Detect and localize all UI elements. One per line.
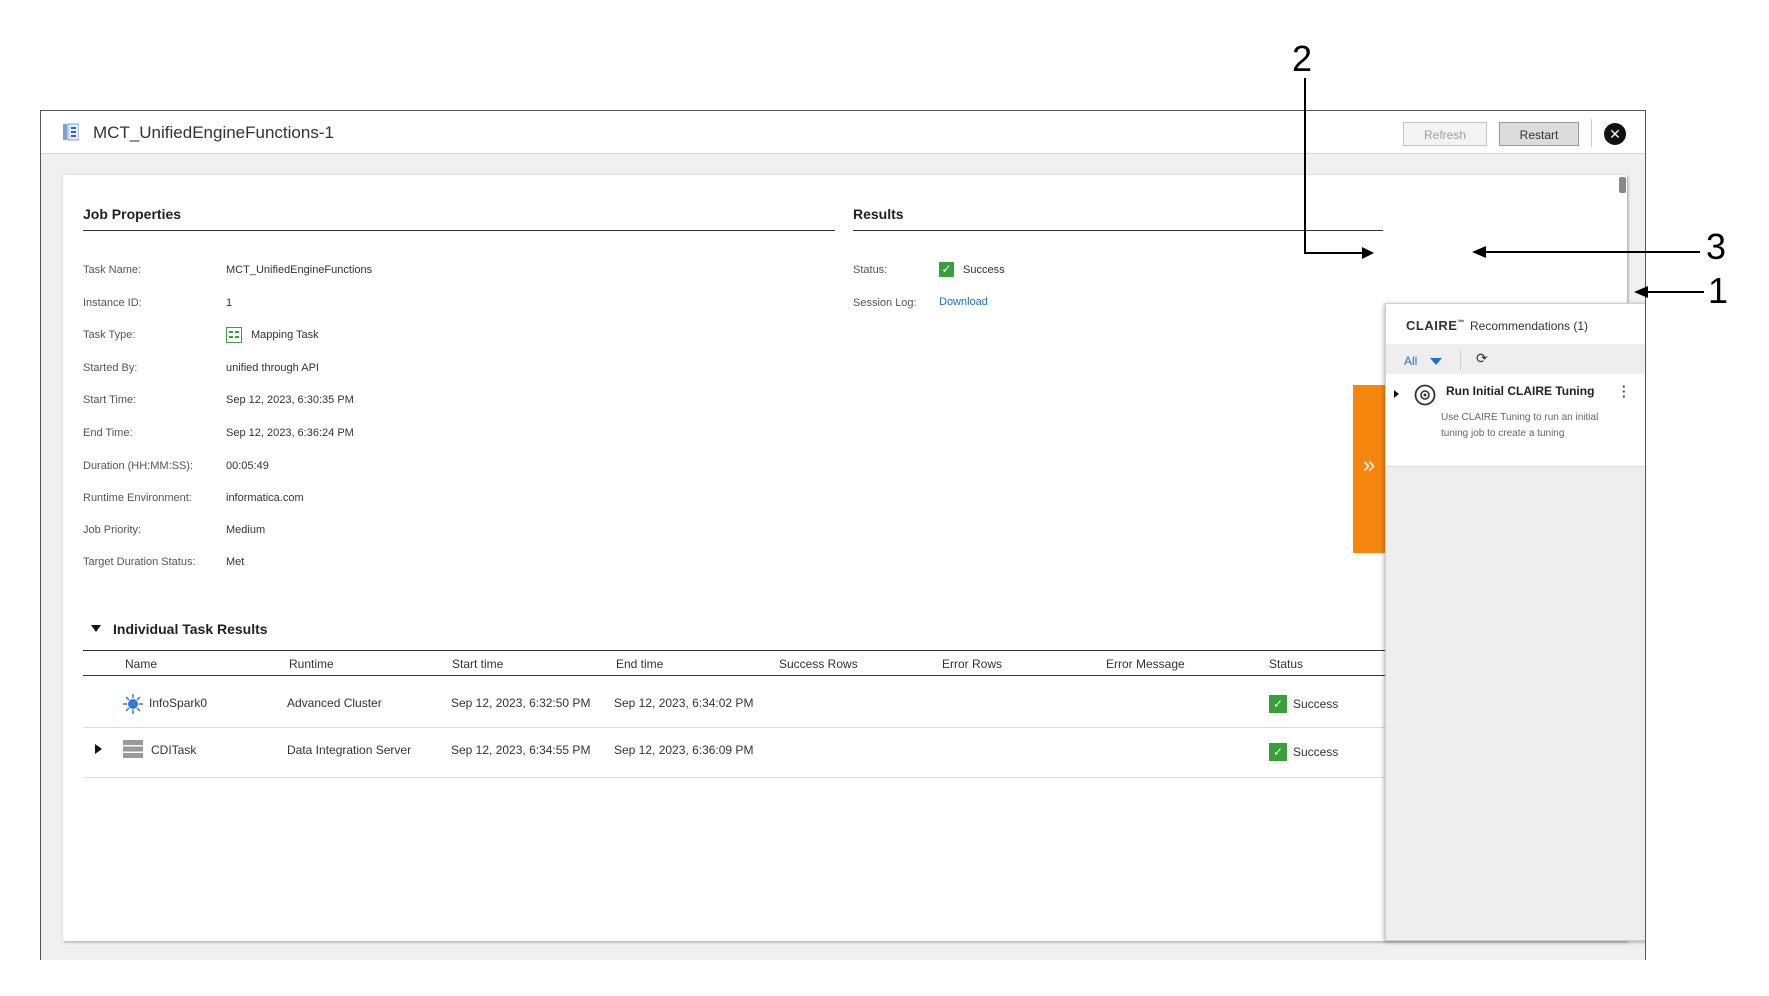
task-end-time: Sep 12, 2023, 6:34:02 PM bbox=[614, 696, 754, 710]
prop-label-runtime-env: Runtime Environment: bbox=[83, 492, 192, 504]
claire-expand-tab[interactable]: » bbox=[1353, 385, 1385, 553]
mapping-task-type-icon bbox=[226, 327, 242, 343]
row-divider bbox=[83, 777, 1403, 778]
prop-value-runtime-env: informatica.com bbox=[226, 492, 304, 504]
scrollbar-thumb[interactable] bbox=[1619, 177, 1626, 193]
collapse-triangle-icon[interactable] bbox=[91, 625, 101, 632]
chevron-down-icon[interactable] bbox=[1430, 358, 1442, 365]
recommendation-card[interactable]: Run Initial CLAIRE Tuning · · · Use CLAIRE… bbox=[1386, 374, 1645, 467]
toolbar-divider bbox=[1591, 119, 1592, 147]
job-properties-heading: Job Properties bbox=[83, 206, 182, 222]
task-status: Success bbox=[1293, 745, 1339, 759]
expand-row-icon[interactable] bbox=[95, 744, 102, 754]
prop-label-start-time: Start Time: bbox=[83, 394, 137, 406]
col-header-success-rows[interactable]: Success Rows bbox=[779, 657, 858, 671]
job-properties-rule bbox=[83, 230, 835, 231]
close-icon[interactable]: ✕ bbox=[1604, 123, 1626, 145]
claire-brand: CLAIRE™ bbox=[1406, 318, 1465, 333]
prop-label-started-by: Started By: bbox=[83, 362, 138, 374]
col-header-error-message[interactable]: Error Message bbox=[1106, 657, 1185, 671]
prop-value-started-by: unified through API bbox=[226, 362, 319, 374]
prop-value-start-time: Sep 12, 2023, 6:30:35 PM bbox=[226, 394, 354, 406]
prop-value-target-duration: Met bbox=[226, 556, 245, 568]
prop-label-target-duration: Target Duration Status: bbox=[83, 556, 196, 568]
refresh-icon[interactable]: ⟳ bbox=[1476, 350, 1488, 367]
task-results-heading: Individual Task Results bbox=[113, 621, 268, 637]
col-header-start-time[interactable]: Start time bbox=[452, 657, 503, 671]
col-header-runtime[interactable]: Runtime bbox=[289, 657, 334, 671]
recommendation-title[interactable]: Run Initial CLAIRE Tuning bbox=[1446, 384, 1594, 398]
refresh-button[interactable]: Refresh bbox=[1403, 122, 1487, 146]
prop-label-task-type: Task Type: bbox=[83, 329, 136, 341]
prop-value-duration: 00:05:49 bbox=[226, 460, 269, 472]
col-header-error-rows[interactable]: Error Rows bbox=[942, 657, 1002, 671]
session-log-download-link[interactable]: Download bbox=[939, 296, 988, 308]
server-task-icon bbox=[123, 740, 143, 758]
session-log-label: Session Log: bbox=[853, 297, 917, 309]
success-check-icon: ✓ bbox=[1269, 695, 1287, 713]
expand-card-icon[interactable] bbox=[1394, 390, 1399, 398]
task-start-time: Sep 12, 2023, 6:32:50 PM bbox=[451, 696, 591, 710]
callout-3: 3 bbox=[1706, 226, 1727, 267]
callout-1: 1 bbox=[1708, 270, 1729, 311]
job-details-window: MCT_UnifiedEngineFunctions-1 Refresh Res… bbox=[40, 110, 1646, 960]
window-title: MCT_UnifiedEngineFunctions-1 bbox=[93, 123, 334, 142]
task-name-link[interactable]: InfoSpark0 bbox=[149, 696, 207, 710]
claire-header: CLAIRE™ Recommendations (1) bbox=[1386, 304, 1645, 344]
col-header-end-time[interactable]: End time bbox=[616, 657, 663, 671]
task-runtime: Advanced Cluster bbox=[287, 696, 382, 710]
prop-value-job-priority: Medium bbox=[226, 524, 266, 536]
task-end-time: Sep 12, 2023, 6:36:09 PM bbox=[614, 743, 754, 757]
recommendation-desc-line1: Use CLAIRE Tuning to run an initial bbox=[1441, 412, 1599, 423]
claire-tuning-icon bbox=[1414, 384, 1436, 406]
claire-brand-text: CLAIRE bbox=[1406, 318, 1458, 333]
prop-value-task-name: MCT_UnifiedEngineFunctions bbox=[226, 264, 373, 276]
row-divider bbox=[83, 727, 1403, 728]
more-options-icon[interactable]: · · · bbox=[1622, 380, 1626, 403]
col-header-status[interactable]: Status bbox=[1269, 657, 1303, 671]
callout-2: 2 bbox=[1292, 38, 1313, 79]
results-status-label: Status: bbox=[853, 264, 888, 276]
task-runtime: Data Integration Server bbox=[287, 743, 412, 757]
prop-value-instance-id: 1 bbox=[226, 297, 233, 309]
prop-label-task-name: Task Name: bbox=[83, 264, 142, 276]
filter-all-dropdown[interactable]: All bbox=[1404, 354, 1417, 368]
task-status: Success bbox=[1293, 697, 1339, 711]
recommendation-desc-line2: tuning job to create a tuning bbox=[1441, 428, 1565, 439]
title-bar: MCT_UnifiedEngineFunctions-1 Refresh Res… bbox=[41, 111, 1645, 154]
col-header-name[interactable]: Name bbox=[125, 657, 157, 671]
prop-value-task-type: Mapping Task bbox=[251, 329, 319, 341]
prop-label-end-time: End Time: bbox=[83, 427, 133, 439]
task-start-time: Sep 12, 2023, 6:34:55 PM bbox=[451, 743, 591, 757]
spark-task-icon bbox=[123, 694, 143, 714]
table-header-rule bbox=[83, 675, 1403, 676]
prop-label-duration: Duration (HH:MM:SS): bbox=[83, 460, 194, 472]
claire-panel-title: Recommendations (1) bbox=[1470, 319, 1589, 333]
prop-value-end-time: Sep 12, 2023, 6:36:24 PM bbox=[226, 427, 354, 439]
prop-label-instance-id: Instance ID: bbox=[83, 297, 142, 309]
results-status-value: Success bbox=[963, 264, 1005, 276]
restart-button[interactable]: Restart bbox=[1499, 122, 1579, 146]
success-check-icon: ✓ bbox=[939, 262, 954, 277]
task-results-rule bbox=[83, 650, 1403, 651]
results-heading: Results bbox=[853, 206, 904, 222]
task-name[interactable]: CDITask bbox=[151, 743, 196, 757]
claire-recommendations-panel: CLAIRE™ Recommendations (1) All ⟳ Run In… bbox=[1385, 303, 1645, 941]
filter-all-label: All bbox=[1404, 354, 1418, 368]
results-rule bbox=[853, 230, 1383, 231]
toolbar-divider bbox=[1460, 350, 1461, 370]
prop-label-job-priority: Job Priority: bbox=[83, 524, 142, 536]
success-check-icon: ✓ bbox=[1269, 743, 1287, 761]
mapping-task-icon bbox=[63, 123, 79, 141]
claire-trademark: ™ bbox=[1457, 319, 1465, 327]
claire-toolbar: All ⟳ bbox=[1386, 344, 1645, 374]
